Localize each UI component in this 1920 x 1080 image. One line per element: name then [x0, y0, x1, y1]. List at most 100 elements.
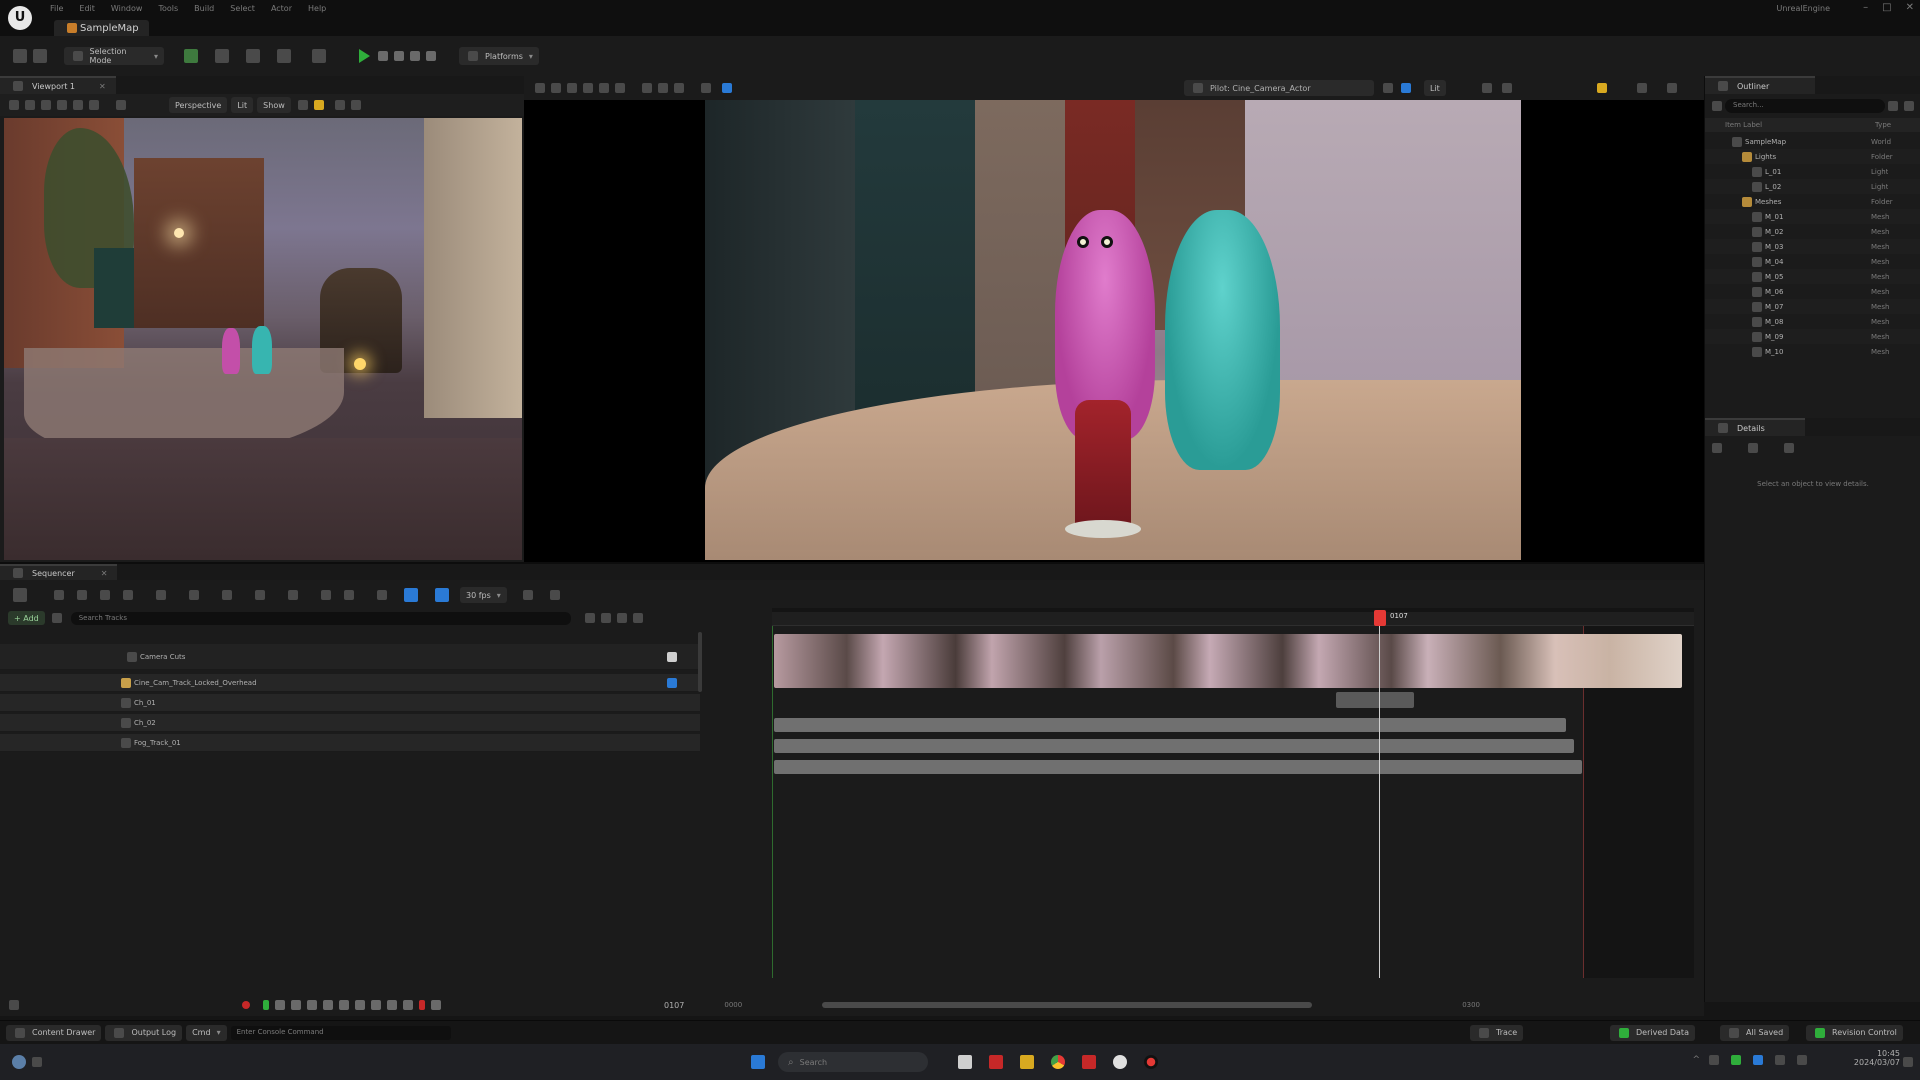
outliner-row[interactable]: M_01 Mesh: [1705, 209, 1920, 224]
jump-end-icon[interactable]: [403, 1000, 413, 1010]
outliner-row[interactable]: M_10 Mesh: [1705, 344, 1920, 359]
pilot-camera-button[interactable]: Pilot: Cine_Camera_Actor: [1184, 80, 1374, 96]
reverse-play-icon[interactable]: [323, 1000, 333, 1010]
stop-icon[interactable]: [410, 51, 420, 61]
play-forward-icon[interactable]: [355, 1000, 365, 1010]
app-red-icon[interactable]: [989, 1055, 1003, 1069]
settings-icon[interactable]: [522, 590, 533, 600]
add-track-button[interactable]: + Add: [8, 611, 45, 625]
track-list-scrollbar[interactable]: [698, 632, 702, 692]
file-explorer-icon[interactable]: [1020, 1055, 1034, 1069]
lit-button[interactable]: Lit: [231, 97, 254, 113]
menu-file[interactable]: File: [50, 4, 63, 13]
transform-icon[interactable]: [255, 590, 265, 600]
add-actor-icon[interactable]: [184, 49, 198, 63]
layout-icon[interactable]: [334, 100, 345, 110]
console-command-input[interactable]: Enter Console Command: [230, 1025, 451, 1040]
settings-icon[interactable]: [9, 1000, 19, 1010]
outliner-row[interactable]: SampleMap World: [1705, 134, 1920, 149]
outliner-row[interactable]: M_02 Mesh: [1705, 224, 1920, 239]
grid-snap-icon[interactable]: [297, 100, 308, 110]
menu-icon[interactable]: [9, 100, 19, 110]
eject-pilot-icon[interactable]: [1383, 83, 1393, 93]
project-tab[interactable]: SampleMap: [54, 20, 149, 36]
close-tab-icon[interactable]: ✕: [99, 82, 106, 91]
camera-speed-icon[interactable]: [313, 100, 324, 110]
layout-icon[interactable]: [1637, 83, 1647, 93]
snap-frame-icon[interactable]: [435, 588, 449, 602]
outliner-row[interactable]: L_02 Light: [1705, 179, 1920, 194]
rotate-icon[interactable]: [583, 83, 593, 93]
outliner-row[interactable]: M_08 Mesh: [1705, 314, 1920, 329]
camera-view-scene[interactable]: [705, 100, 1521, 560]
sequencer-search-input[interactable]: Search Tracks: [70, 611, 571, 625]
view-mode-button[interactable]: Lit: [1424, 80, 1446, 96]
camera-speed-yellow-icon[interactable]: [1597, 83, 1607, 93]
outliner-row[interactable]: M_09 Mesh: [1705, 329, 1920, 344]
outliner-row[interactable]: M_06 Mesh: [1705, 284, 1920, 299]
start-frame-icon[interactable]: [263, 1000, 269, 1010]
settings-icon[interactable]: [1904, 101, 1914, 111]
nav-forward-icon[interactable]: [600, 613, 611, 623]
step-icon[interactable]: [378, 51, 388, 61]
filter-icon[interactable]: [51, 613, 62, 623]
tray-app-2-icon[interactable]: [1731, 1055, 1741, 1065]
show-button[interactable]: Show: [257, 97, 291, 113]
sequencer-track-row[interactable]: Camera Cuts: [0, 644, 700, 670]
build-icon[interactable]: [277, 49, 291, 63]
trace-button[interactable]: Trace: [1470, 1024, 1524, 1041]
outliner-row[interactable]: M_03 Mesh: [1705, 239, 1920, 254]
move-icon[interactable]: [567, 83, 577, 93]
add-folder-icon[interactable]: [1888, 101, 1898, 111]
grid-view-icon[interactable]: [1748, 443, 1758, 453]
menu-actor[interactable]: Actor: [271, 4, 292, 13]
menu-build[interactable]: Build: [194, 4, 214, 13]
task-view-icon[interactable]: [958, 1055, 972, 1069]
grid-snap-icon[interactable]: [1502, 83, 1512, 93]
key-icon[interactable]: [156, 590, 166, 600]
snap-icon[interactable]: [642, 83, 652, 93]
menu-window[interactable]: Window: [111, 4, 143, 13]
output-log-button[interactable]: Output Log: [105, 1024, 183, 1041]
sequencer-track-row[interactable]: Fog_Track_01: [0, 734, 700, 752]
tab-sequencer[interactable]: Sequencer ✕: [0, 564, 118, 580]
sequencer-menu-icon[interactable]: [13, 588, 27, 602]
play-icon[interactable]: [359, 49, 370, 63]
close-tab-icon[interactable]: ✕: [101, 569, 108, 578]
eject-icon[interactable]: [426, 51, 436, 61]
derived-data-button[interactable]: Derived Data: [1610, 1024, 1695, 1041]
add-shot-icon[interactable]: [667, 651, 677, 662]
tab-details[interactable]: Details: [1705, 418, 1805, 436]
settings-icon[interactable]: [312, 49, 326, 63]
sequencer-track-row[interactable]: Cine_Cam_Track_Locked_Overhead: [0, 674, 700, 692]
move-icon[interactable]: [41, 100, 51, 110]
outliner-row[interactable]: Lights Folder: [1705, 149, 1920, 164]
auto-key-icon[interactable]: [321, 590, 331, 600]
save-icon[interactable]: [13, 49, 27, 63]
save-sequence-icon[interactable]: [54, 590, 64, 600]
pause-icon[interactable]: [339, 1000, 349, 1010]
lock-icon[interactable]: [1712, 443, 1722, 453]
cmd-button[interactable]: Cmd ▾: [186, 1024, 227, 1041]
loop-icon[interactable]: [377, 590, 387, 600]
maximize-icon[interactable]: □: [1882, 2, 1891, 13]
view-end-frame[interactable]: 0300: [1462, 1001, 1480, 1009]
perspective-button[interactable]: Perspective: [169, 97, 228, 113]
content-drawer-button[interactable]: Content Drawer: [6, 1024, 102, 1041]
windows-start-icon[interactable]: [751, 1055, 765, 1069]
fps-button[interactable]: 30 fps ▾: [460, 587, 507, 603]
end-frame-icon[interactable]: [419, 1000, 425, 1010]
outliner-row[interactable]: Meshes Folder: [1705, 194, 1920, 209]
menu-icon[interactable]: [535, 83, 545, 93]
marker-icon[interactable]: [549, 590, 560, 600]
angle-snap-icon[interactable]: [658, 83, 668, 93]
unreal-logo-icon[interactable]: U: [8, 6, 32, 30]
next-key-icon[interactable]: [387, 1000, 397, 1010]
cinematics-icon[interactable]: [246, 49, 260, 63]
shot-section-small[interactable]: [1336, 692, 1414, 708]
current-frame-display[interactable]: 0107: [664, 1001, 684, 1010]
selection-mode-button[interactable]: Selection Mode ▾: [64, 47, 164, 65]
view-options-icon[interactable]: [616, 613, 627, 623]
grid-icon[interactable]: [1482, 83, 1492, 93]
outliner-row[interactable]: M_05 Mesh: [1705, 269, 1920, 284]
